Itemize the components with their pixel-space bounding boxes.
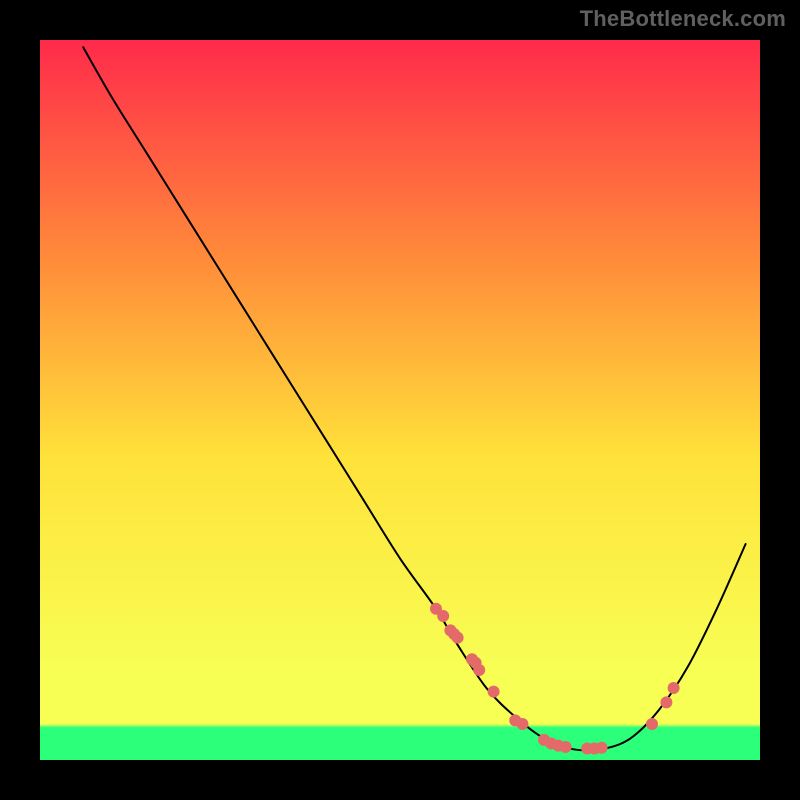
- chart-svg: [40, 40, 760, 760]
- data-point: [516, 718, 528, 730]
- data-point: [660, 696, 672, 708]
- data-point: [488, 686, 500, 698]
- data-point: [560, 741, 572, 753]
- data-point: [437, 610, 449, 622]
- watermark-label: TheBottleneck.com: [580, 6, 786, 32]
- data-point: [646, 718, 658, 730]
- chart-frame: TheBottleneck.com: [0, 0, 800, 800]
- data-point: [473, 664, 485, 676]
- data-point: [596, 742, 608, 754]
- plot-background: [40, 40, 760, 760]
- chart-plot: [40, 40, 760, 760]
- data-point: [452, 632, 464, 644]
- data-point: [668, 682, 680, 694]
